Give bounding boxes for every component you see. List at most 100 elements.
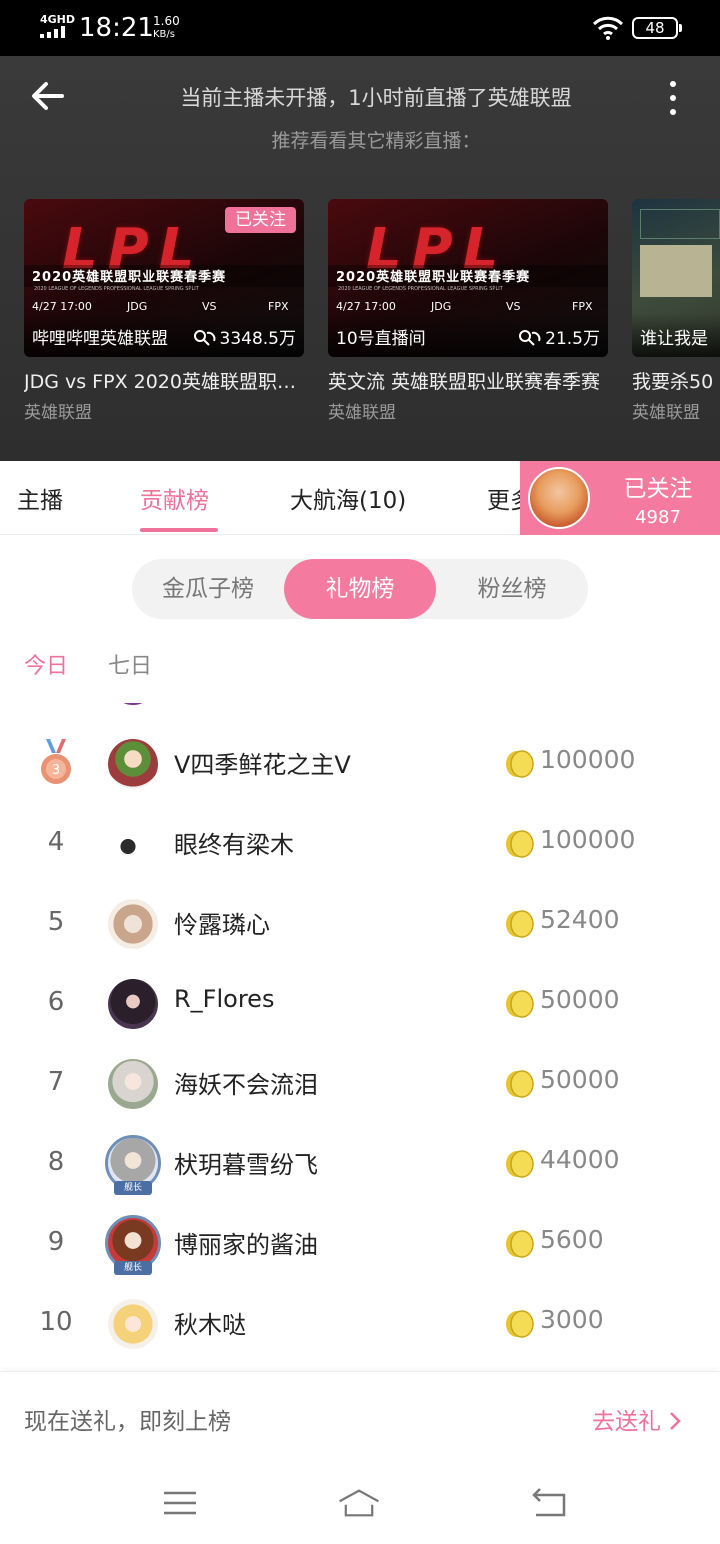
ranking-row[interactable]: 7 海妖不会流泪 50000	[0, 1043, 720, 1123]
network-type: 4GHD	[40, 13, 76, 26]
avatar	[108, 1059, 158, 1109]
rank-number: 8	[47, 1147, 65, 1177]
banner-subtext: 2020 LEAGUE OF LEGENDS PROFESSIONAL LEAG…	[34, 286, 199, 292]
wifi-icon	[592, 16, 624, 40]
user-name: 枤玥暮雪纷飞	[174, 1151, 318, 1179]
coin-icon	[506, 910, 534, 938]
day-tab-today[interactable]: 今日	[24, 648, 68, 680]
captain-badge: 舰长	[114, 1181, 152, 1195]
battery-icon: 48	[632, 17, 682, 39]
viewer-count: 3348.5万	[192, 324, 296, 349]
home-icon[interactable]	[337, 1483, 381, 1523]
user-name: 眼终有梁木	[174, 831, 294, 859]
send-gift-button[interactable]: 去送礼	[592, 1402, 681, 1436]
recommend-thumbnail: 谁让我是	[632, 199, 720, 357]
tab-streamer[interactable]: 主播	[17, 481, 63, 515]
back-arrow-icon[interactable]	[28, 76, 68, 116]
followed-badge: 已关注	[225, 207, 296, 233]
coin-icon	[506, 1070, 534, 1098]
avatar	[108, 739, 158, 789]
recommend-hint: 推荐看看其它精彩直播：	[271, 130, 481, 152]
active-tab-indicator	[140, 528, 218, 532]
gift-amount: 5600	[540, 1225, 604, 1254]
ranking-list[interactable]: 3 V四季鲜花之主V 100000 4 眼终有梁木 100000 5 怜露璘心 …	[0, 703, 720, 1371]
back-icon[interactable]	[526, 1483, 570, 1523]
menu-icon[interactable]	[158, 1483, 202, 1523]
user-name: 博丽家的酱油	[174, 1231, 318, 1259]
rank-number: 9	[47, 1227, 65, 1257]
recommend-title: JDG vs FPX 2020英雄联盟职业联赛春季赛	[24, 371, 304, 393]
chevron-right-icon	[670, 1412, 681, 1430]
tab-voyage[interactable]: 大航海(10)	[290, 481, 406, 515]
ranking-row[interactable]: 6 R_Flores 50000	[0, 963, 720, 1043]
gift-bar: 现在送礼，即刻上榜 去送礼	[0, 1371, 720, 1465]
recommend-title: 英文流 英雄联盟职业联赛春季赛	[328, 371, 601, 393]
gift-hint: 现在送礼，即刻上榜	[24, 1409, 231, 1435]
recommend-card[interactable]: 谁让我是 我要杀50 英雄联盟	[632, 199, 720, 423]
banner-subtext: 2020 LEAGUE OF LEGENDS PROFESSIONAL LEAG…	[338, 286, 503, 292]
offline-message: 当前主播未开播，1小时前直播了英雄联盟	[180, 86, 572, 110]
room-name: 10号直播间	[336, 329, 426, 349]
network-speed: 1.60 KB/s	[153, 14, 180, 41]
svg-text:3: 3	[52, 763, 60, 778]
captain-badge: 舰长	[114, 1261, 152, 1275]
recommend-card[interactable]: LPL 2020英雄联盟职业联赛春季赛 2020 LEAGUE OF LEGEN…	[24, 199, 304, 423]
clock: 18:21	[79, 13, 154, 43]
ranking-row[interactable]: 5 怜露璘心 52400	[0, 883, 720, 963]
segment-gift[interactable]: 礼物榜	[284, 559, 436, 619]
recommend-title: 我要杀50	[632, 371, 714, 393]
day-tab-week[interactable]: 七日	[108, 648, 152, 680]
bronze-medal-icon: 3	[41, 739, 71, 784]
room-name: 谁让我是	[640, 329, 708, 349]
avatar	[108, 899, 158, 949]
gift-amount: 100000	[540, 825, 636, 854]
ranking-row[interactable]: 3 V四季鲜花之主V 100000	[0, 723, 720, 803]
coin-icon	[506, 750, 534, 778]
recommend-thumbnail: LPL 2020英雄联盟职业联赛春季赛 2020 LEAGUE OF LEGEN…	[24, 199, 304, 357]
gift-amount: 50000	[540, 1065, 620, 1094]
user-name: 海妖不会流泪	[174, 1071, 318, 1099]
ranking-row[interactable]: 10 秋木哒 3000	[0, 1283, 720, 1363]
gift-amount: 100000	[540, 745, 636, 774]
signal-icon	[40, 26, 70, 38]
system-nav-bar	[0, 1465, 720, 1544]
tab-contribution[interactable]: 贡献榜	[140, 481, 209, 515]
follow-button[interactable]: 已关注 4987	[520, 461, 720, 535]
recommend-category: 英雄联盟	[328, 403, 396, 423]
viewers-icon	[519, 330, 541, 346]
recommend-thumbnail: LPL 2020英雄联盟职业联赛春季赛 2020 LEAGUE OF LEGEN…	[328, 199, 608, 357]
ranking-type-switch: 金瓜子榜 礼物榜 粉丝榜	[132, 559, 588, 619]
follower-count: 4987	[635, 507, 681, 528]
segment-fans[interactable]: 粉丝榜	[436, 559, 588, 619]
banner-text: 2020英雄联盟职业联赛春季赛	[336, 270, 531, 285]
gift-amount: 3000	[540, 1305, 604, 1334]
room-name: 哔哩哔哩英雄联盟	[32, 329, 168, 349]
recommend-category: 英雄联盟	[24, 403, 92, 423]
segment-gold[interactable]: 金瓜子榜	[132, 559, 284, 619]
coin-icon	[506, 1150, 534, 1178]
rank-number: 5	[47, 907, 65, 937]
viewers-icon	[193, 330, 215, 346]
match-info: 4/27 17:00 JDG VS FPX	[336, 300, 593, 313]
user-name: R_Flores	[174, 985, 275, 1013]
coin-icon	[506, 990, 534, 1018]
viewer-count: 21.5万	[517, 324, 600, 349]
match-info: 4/27 17:00 JDG VS FPX	[32, 300, 289, 313]
avatar	[108, 979, 158, 1029]
ranking-row[interactable]: 4 眼终有梁木 100000	[0, 803, 720, 883]
rank-number: 4	[47, 827, 65, 857]
coin-icon	[506, 1230, 534, 1258]
user-name: V四季鲜花之主V	[174, 751, 351, 779]
user-name: 怜露璘心	[174, 911, 270, 939]
recommend-card[interactable]: LPL 2020英雄联盟职业联赛春季赛 2020 LEAGUE OF LEGEN…	[328, 199, 608, 423]
banner-text: 2020英雄联盟职业联赛春季赛	[32, 270, 227, 285]
rank-number: 6	[47, 987, 65, 1017]
recommend-category: 英雄联盟	[632, 403, 700, 423]
ranking-row[interactable]: 8 舰长 枤玥暮雪纷飞 44000	[0, 1123, 720, 1203]
more-options-icon[interactable]	[660, 78, 686, 118]
gift-amount: 52400	[540, 905, 620, 934]
avatar	[108, 819, 158, 869]
ranking-row[interactable]: 9 舰长 博丽家的酱油 5600	[0, 1203, 720, 1283]
gift-amount: 44000	[540, 1145, 620, 1174]
streamer-avatar	[528, 467, 590, 529]
